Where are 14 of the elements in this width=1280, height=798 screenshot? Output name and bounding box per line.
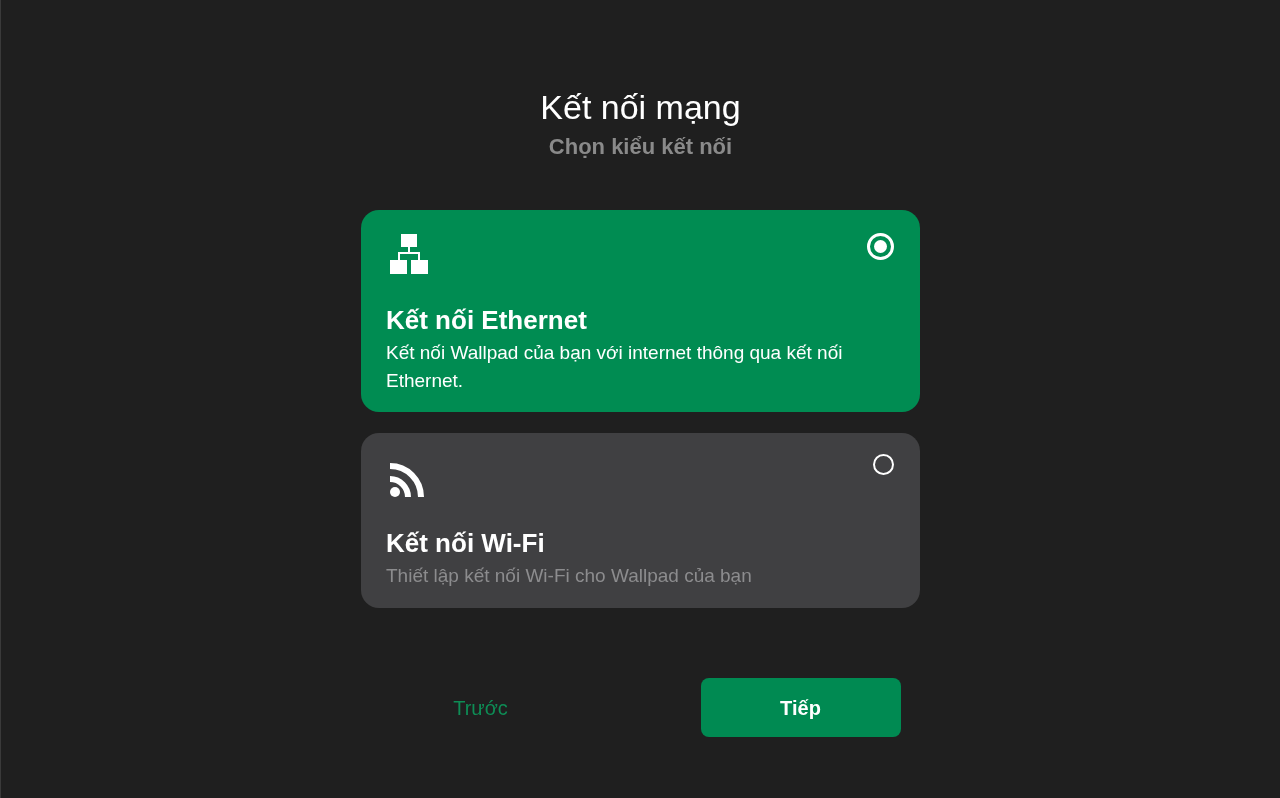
back-button[interactable]: Trước	[380, 678, 581, 737]
option-card[interactable]: Kết nối Ethernet Kết nối Wallpad của bạn với internet thông qua kết nối Ethernet.	[361, 210, 920, 412]
option-title: Kết nối Ethernet	[386, 304, 588, 336]
option-card[interactable]: Kết nối Wi-Fi Thiết lập kết nối Wi-Fi cho Wallpad của bạn	[361, 433, 920, 608]
option-description: Kết nối Wallpad của bạn với internet thông qua kết nối Ethernet.	[386, 341, 844, 393]
network-tree-icon	[390, 234, 428, 274]
page-title: Kết nối mạng	[540, 87, 741, 127]
option-description: Thiết lập kết nối Wi-Fi cho Wallpad của bạn	[386, 564, 753, 588]
signal-waves-icon	[390, 461, 426, 497]
next-button[interactable]: Tiếp	[700, 678, 901, 737]
radio-button[interactable]	[867, 233, 894, 260]
option-title: Kết nối Wi-Fi	[386, 527, 546, 559]
page-subtitle: Chọn kiểu kết nối	[548, 133, 733, 161]
radio-button[interactable]	[873, 454, 894, 475]
